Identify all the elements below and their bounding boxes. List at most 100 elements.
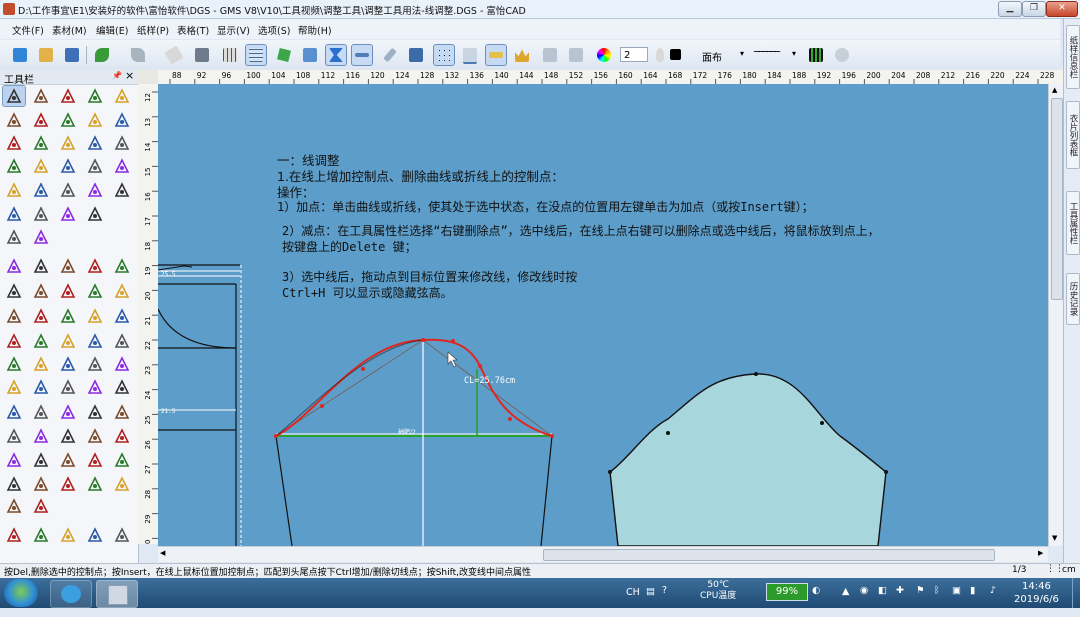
finished-sleeve-piece[interactable] <box>608 372 888 546</box>
tray-security-icon[interactable]: ✚ <box>896 585 904 615</box>
pin-icon[interactable]: 📌 <box>112 71 122 80</box>
volume-icon[interactable]: ♪ <box>990 585 996 615</box>
crown-button[interactable] <box>512 45 532 65</box>
grade-tool-icon[interactable] <box>57 156 79 176</box>
adjust-tool-icon[interactable] <box>30 180 52 200</box>
ime-indicator[interactable]: CH <box>626 587 640 617</box>
left-ruler[interactable]: 1213141516171819202122232425262728293031 <box>138 84 159 544</box>
fill-mode-select[interactable]: 面布 <box>702 49 722 64</box>
pleat-tool-icon[interactable] <box>111 110 133 130</box>
seam-tool-icon[interactable] <box>57 354 79 374</box>
grading-button[interactable] <box>192 45 212 65</box>
smart-pen-tool-icon[interactable] <box>30 496 52 516</box>
smart-pen-tool-icon[interactable] <box>57 180 79 200</box>
sleeve-draft-piece[interactable] <box>274 338 554 546</box>
link-tool-icon[interactable] <box>84 156 106 176</box>
ruler-tool-icon[interactable] <box>111 402 133 422</box>
scroll-up-icon[interactable]: ▲ <box>1052 86 1057 94</box>
start-button[interactable] <box>4 579 38 607</box>
drill-tool-icon[interactable] <box>3 450 25 470</box>
pen-width-field[interactable]: 2 <box>620 47 648 62</box>
measure-button[interactable] <box>485 44 507 66</box>
knife-tool-icon[interactable] <box>3 525 25 545</box>
line-style-select[interactable]: ────── <box>754 47 780 58</box>
signal-icon[interactable]: ▮ <box>970 585 975 615</box>
notch-tool-icon[interactable] <box>111 331 133 351</box>
adjust-tool-icon[interactable] <box>30 86 52 106</box>
menu-view[interactable]: 显示(V) <box>217 23 250 37</box>
menu-material[interactable]: 素材(M) <box>52 23 87 37</box>
tray-device-icon[interactable]: ▣ <box>952 585 961 615</box>
link-tool-icon[interactable] <box>57 474 79 494</box>
scissors-tool-icon[interactable] <box>30 331 52 351</box>
scroll-left-icon[interactable]: ◀ <box>160 549 165 557</box>
pleat-tool-icon[interactable] <box>84 331 106 351</box>
tab-piece-list[interactable]: 衣片列表框 <box>1066 101 1080 169</box>
adjust-tool-icon[interactable] <box>3 402 25 422</box>
unlink-tool-icon[interactable] <box>84 281 106 301</box>
mirror-tool-icon[interactable] <box>84 256 106 276</box>
ruler-tool-icon[interactable] <box>3 110 25 130</box>
menu-edit[interactable]: 编辑(E) <box>96 23 128 37</box>
grade-tool-icon[interactable] <box>30 281 52 301</box>
tab-pattern-info[interactable]: 纸样信息栏 <box>1066 25 1080 89</box>
tray-app-icon[interactable]: ◧ <box>878 585 887 615</box>
scissors-tool-icon[interactable] <box>57 204 79 224</box>
select-tool-icon[interactable] <box>3 180 25 200</box>
unlink-tool-icon[interactable] <box>84 377 106 397</box>
new-file-button[interactable] <box>10 45 30 65</box>
scissors-tool-icon[interactable] <box>57 110 79 130</box>
text-tool-icon[interactable] <box>3 281 25 301</box>
mirror-tool-icon[interactable] <box>111 133 133 153</box>
power-icon[interactable]: ◐ <box>812 585 820 615</box>
pen-tool-icon[interactable] <box>30 525 52 545</box>
drill-tool-icon[interactable] <box>3 354 25 374</box>
pen-tool-icon[interactable] <box>84 402 106 422</box>
left-pattern-piece[interactable] <box>158 264 242 546</box>
mirror-button[interactable] <box>540 45 560 65</box>
scroll-down-icon[interactable]: ▼ <box>1052 534 1057 542</box>
maximize-button[interactable]: ❐ <box>1022 1 1046 17</box>
smart-pen-tool-icon[interactable] <box>57 86 79 106</box>
menu-file[interactable]: 文件(F) <box>12 23 44 37</box>
smart-pen-tool-icon[interactable] <box>30 402 52 422</box>
dart-tool-icon[interactable] <box>57 331 79 351</box>
tab-history[interactable]: 历史记录 <box>1066 273 1080 325</box>
seam-allowance-button[interactable] <box>351 44 373 66</box>
knife-tool-icon[interactable] <box>84 86 106 106</box>
seam-tool-icon[interactable] <box>57 256 79 276</box>
horizontal-scroll-thumb[interactable] <box>543 549 995 561</box>
menu-help[interactable]: 帮助(H) <box>298 23 332 37</box>
grid-button[interactable] <box>220 45 240 65</box>
fold-button[interactable] <box>566 45 586 65</box>
notch-tool-icon[interactable] <box>30 227 52 247</box>
layout-button[interactable] <box>406 45 426 65</box>
close-button[interactable]: ✕ <box>1046 1 1078 17</box>
scissors-tool-icon[interactable] <box>111 525 133 545</box>
arc-tool-icon[interactable] <box>84 525 106 545</box>
menu-options[interactable]: 选项(S) <box>258 23 290 37</box>
horizontal-scrollbar[interactable]: ◀ ▶ <box>158 546 1048 562</box>
button-tool-icon[interactable] <box>30 354 52 374</box>
dart-tool-icon[interactable] <box>57 426 79 446</box>
notch-tool-icon[interactable] <box>3 133 25 153</box>
vertical-scrollbar[interactable]: ▲ ▼ <box>1048 84 1064 546</box>
drawing-canvas[interactable]: 一：线调整 1.在线上增加控制点、删除曲线或折线上的控制点： 操作： 1）加点：… <box>158 84 1048 546</box>
tray-flag-icon[interactable]: ⚑ <box>916 585 925 615</box>
brush-button[interactable] <box>380 45 400 65</box>
select-tool-icon[interactable] <box>111 474 133 494</box>
taskbar-app-browser[interactable] <box>50 580 92 608</box>
pen-tool-icon[interactable] <box>111 86 133 106</box>
scissors-tool-icon[interactable] <box>30 426 52 446</box>
dart-tool-icon[interactable] <box>84 110 106 130</box>
knife-tool-icon[interactable] <box>57 402 79 422</box>
pleat-tool-icon[interactable] <box>3 227 25 247</box>
drill-tool-icon[interactable] <box>30 133 52 153</box>
text-tool-icon[interactable] <box>30 156 52 176</box>
menu-table[interactable]: 表格(T) <box>177 23 209 37</box>
ruler-tool-icon[interactable] <box>111 306 133 326</box>
rotate-tool-icon[interactable] <box>3 156 25 176</box>
seam-tool-icon[interactable] <box>84 133 106 153</box>
line-color-button[interactable] <box>666 45 686 65</box>
adjusted-curve[interactable] <box>275 338 553 437</box>
